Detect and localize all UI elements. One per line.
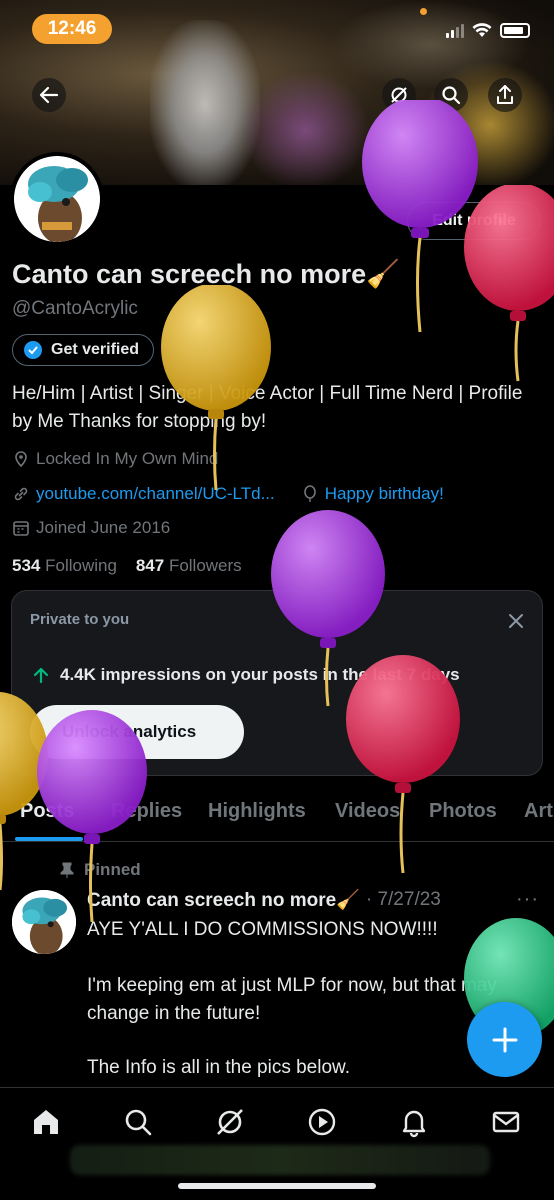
get-verified-button[interactable]: Get verified <box>12 334 155 366</box>
arrow-left-icon <box>39 86 59 104</box>
privacy-indicator-dot <box>420 8 427 15</box>
verified-badge-icon <box>24 341 42 359</box>
post-line-2: I'm keeping em at just MLP for now, but … <box>87 975 497 1024</box>
tab-art[interactable]: Art <box>524 800 553 823</box>
grok-icon <box>217 1109 243 1135</box>
tab-highlights[interactable]: Highlights <box>208 800 306 823</box>
play-icon <box>308 1108 336 1136</box>
nav-notifications[interactable] <box>398 1106 430 1138</box>
post-date[interactable]: · 7/27/23 <box>366 889 441 911</box>
followers-count: 847 <box>135 556 165 575</box>
nav-grok[interactable] <box>214 1106 246 1138</box>
mail-icon <box>492 1111 520 1133</box>
analytics-card-title: Private to you <box>30 611 130 628</box>
status-icons <box>446 22 530 38</box>
following-link[interactable]: 534 Following <box>12 556 117 575</box>
plus-icon <box>492 1027 517 1052</box>
post-line-3: The Info is all in the pics below. <box>87 1057 350 1078</box>
followers-label: Followers <box>168 556 242 575</box>
profile-bio: He/Him | Artist | Singer | Voice Actor |… <box>12 383 523 432</box>
battery-icon <box>500 22 530 38</box>
wifi-icon <box>472 23 492 37</box>
nav-messages[interactable] <box>490 1106 522 1138</box>
joined-row: Joined June 2016 <box>12 518 170 538</box>
back-button[interactable] <box>32 78 66 112</box>
nav-video[interactable] <box>306 1106 338 1138</box>
following-label: Following <box>45 556 117 575</box>
arrow-up-icon <box>33 667 49 684</box>
profile-handle: @CantoAcrylic <box>12 298 138 319</box>
close-card-button[interactable] <box>508 613 524 634</box>
media-preview-strip <box>70 1145 490 1175</box>
follow-counts: 534 Following 847 Followers <box>12 556 242 576</box>
bell-icon <box>402 1110 426 1138</box>
close-icon <box>509 614 523 628</box>
profile-avatar[interactable] <box>10 152 104 246</box>
home-indicator[interactable] <box>178 1183 376 1189</box>
status-time: 12:46 <box>32 14 112 44</box>
yellow-balloon <box>161 285 271 491</box>
search-icon <box>125 1109 152 1136</box>
nav-home[interactable] <box>30 1106 62 1138</box>
location-pin-icon <box>15 451 27 468</box>
joined-text: Joined June 2016 <box>36 518 171 537</box>
compose-post-button[interactable] <box>467 1002 542 1077</box>
red-balloon <box>346 655 460 874</box>
share-button[interactable] <box>488 78 522 112</box>
post-more-button[interactable]: ··· <box>516 888 539 911</box>
signal-icon <box>446 22 464 38</box>
balloon-icon <box>303 485 316 502</box>
followers-link[interactable]: 847 Followers <box>136 556 242 575</box>
nav-search[interactable] <box>122 1106 154 1138</box>
red-balloon <box>464 185 554 382</box>
get-verified-label: Get verified <box>51 341 140 358</box>
home-icon <box>34 1110 58 1134</box>
birthday-text[interactable]: Happy birthday! <box>325 484 444 504</box>
post-line-1: AYE Y'ALL I DO COMMISSIONS NOW!!!! <box>87 919 438 940</box>
calendar-icon <box>13 521 29 536</box>
following-count: 534 <box>12 556 41 575</box>
share-icon <box>497 85 513 104</box>
purple-balloon <box>37 710 147 923</box>
link-icon <box>14 487 28 501</box>
